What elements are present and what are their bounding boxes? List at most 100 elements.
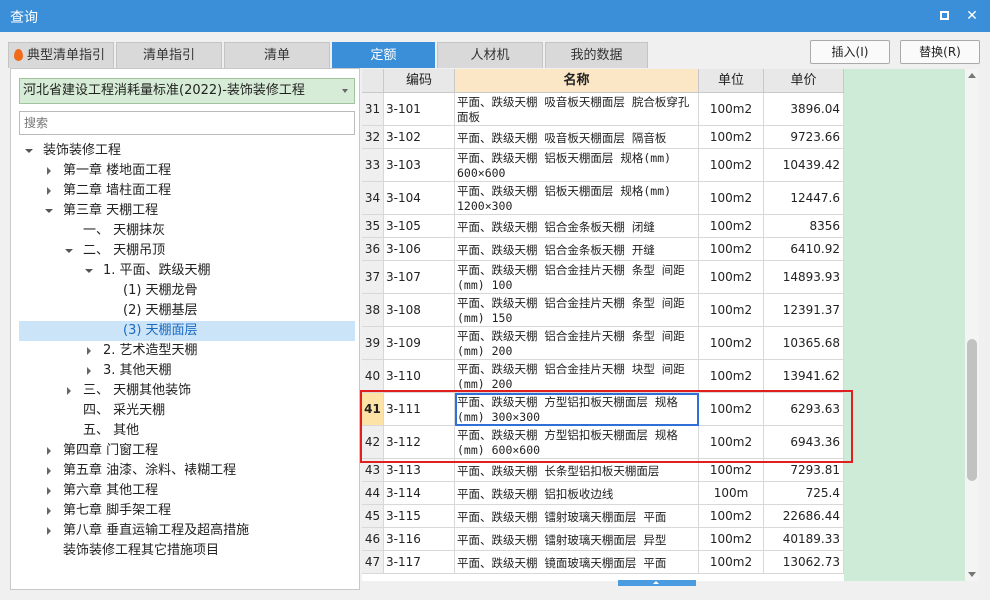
cell-name[interactable]: 平面、跌级天棚 铝合金挂片天棚 条型 间距(mm) 200 (455, 327, 699, 359)
cell-price[interactable]: 10439.42 (764, 149, 844, 181)
cell-idx[interactable]: 37 (362, 261, 384, 293)
cell-price[interactable]: 10365.68 (764, 327, 844, 359)
table-row[interactable]: 36 3-106 平面、跌级天棚 铝合金条板天棚 开缝 100m2 6410.92 (362, 238, 844, 261)
tree-node-17[interactable]: 第六章 其他工程 (39, 481, 349, 501)
table-row[interactable]: 39 3-109 平面、跌级天棚 铝合金挂片天棚 条型 间距(mm) 200 100m… (362, 327, 844, 360)
cell-price[interactable]: 7293.81 (764, 459, 844, 481)
scroll-down-icon[interactable] (968, 572, 976, 577)
cell-name[interactable]: 平面、跌级天棚 吸音板天棚面层 隔音板 (455, 126, 699, 148)
cell-idx[interactable]: 39 (362, 327, 384, 359)
table-row[interactable]: 45 3-115 平面、跌级天棚 镭射玻璃天棚面层 平面 100m2 22686.44 (362, 505, 844, 528)
cell-unit[interactable]: 100m2 (699, 149, 764, 181)
tree-node-18[interactable]: 第七章 脚手架工程 (39, 501, 349, 521)
tree-node-9-selected[interactable]: (3) 天棚面层 (19, 321, 355, 341)
cell-code[interactable]: 3-102 (384, 126, 455, 148)
cell-idx[interactable]: 43 (362, 459, 384, 481)
expand-icon[interactable] (47, 167, 51, 175)
tree-node-1[interactable]: 第一章 楼地面工程 (39, 161, 349, 181)
cell-code[interactable]: 3-111 (384, 393, 455, 425)
cell-code[interactable]: 3-113 (384, 459, 455, 481)
tree-node-16[interactable]: 第五章 油漆、涂料、裱糊工程 (39, 461, 349, 481)
cell-name[interactable]: 平面、跌级天棚 铝合金条板天棚 闭缝 (455, 215, 699, 237)
cell-name[interactable]: 平面、跌级天棚 铝合金挂片天棚 条型 间距(mm) 150 (455, 294, 699, 326)
scroll-thumb[interactable] (967, 339, 977, 481)
cell-unit[interactable]: 100m2 (699, 551, 764, 573)
tree-node-15[interactable]: 第四章 门窗工程 (39, 441, 349, 461)
cell-idx[interactable]: 45 (362, 505, 384, 527)
cell-name[interactable]: 平面、跌级天棚 铝合金条板天棚 开缝 (455, 238, 699, 260)
tree-node-4[interactable]: 一、 天棚抹灰 (59, 221, 349, 241)
cell-price[interactable]: 9723.66 (764, 126, 844, 148)
cell-price[interactable]: 13941.62 (764, 360, 844, 392)
header-name[interactable]: 名称 (455, 69, 699, 93)
cell-code[interactable]: 3-104 (384, 182, 455, 214)
cell-idx[interactable]: 32 (362, 126, 384, 148)
cell-price[interactable]: 6410.92 (764, 238, 844, 260)
expand-icon[interactable] (65, 249, 73, 253)
cell-unit[interactable]: 100m2 (699, 182, 764, 214)
cell-name[interactable]: 平面、跌级天棚 铝扣板收边线 (455, 482, 699, 504)
table-row[interactable]: 43 3-113 平面、跌级天棚 长条型铝扣板天棚面层 100m2 7293.81 (362, 459, 844, 482)
expand-icon[interactable] (47, 527, 51, 535)
cell-code[interactable]: 3-110 (384, 360, 455, 392)
cell-price[interactable]: 12391.37 (764, 294, 844, 326)
cell-unit[interactable]: 100m2 (699, 426, 764, 458)
expand-icon[interactable] (25, 149, 33, 153)
expand-icon[interactable] (45, 209, 53, 213)
cell-unit[interactable]: 100m2 (699, 327, 764, 359)
cell-unit[interactable]: 100m (699, 482, 764, 504)
expand-icon[interactable] (67, 387, 71, 395)
cell-name[interactable]: 平面、跌级天棚 长条型铝扣板天棚面层 (455, 459, 699, 481)
table-row[interactable]: 32 3-102 平面、跌级天棚 吸音板天棚面层 隔音板 100m2 9723.66 (362, 126, 844, 149)
cell-code[interactable]: 3-116 (384, 528, 455, 550)
cell-price[interactable]: 13062.73 (764, 551, 844, 573)
table-row[interactable]: 42 3-112 平面、跌级天棚 方型铝扣板天棚面层 规格(mm) 600×600 1… (362, 426, 844, 459)
cell-unit[interactable]: 100m2 (699, 294, 764, 326)
tab-labor-material-machine[interactable]: 人材机 (437, 42, 543, 68)
header-code[interactable]: 编码 (384, 69, 455, 93)
expand-icon[interactable] (47, 187, 51, 195)
cell-idx[interactable]: 31 (362, 93, 384, 125)
cell-unit[interactable]: 100m2 (699, 126, 764, 148)
cell-code[interactable]: 3-112 (384, 426, 455, 458)
cell-unit[interactable]: 100m2 (699, 360, 764, 392)
tree-node-20[interactable]: 装饰装修工程其它措施项目 (39, 541, 349, 561)
tree-node-6[interactable]: 1. 平面、跌级天棚 (79, 261, 349, 281)
cell-name[interactable]: 平面、跌级天棚 铝合金挂片天棚 条型 间距(mm) 100 (455, 261, 699, 293)
cell-unit[interactable]: 100m2 (699, 238, 764, 260)
cell-unit[interactable]: 100m2 (699, 505, 764, 527)
replace-button[interactable]: 替换(R) (900, 40, 980, 64)
cell-code[interactable]: 3-101 (384, 93, 455, 125)
cell-price[interactable]: 3896.04 (764, 93, 844, 125)
cell-idx[interactable]: 38 (362, 294, 384, 326)
expand-icon[interactable] (87, 347, 91, 355)
tree-node-13[interactable]: 四、 采光天棚 (59, 401, 349, 421)
cell-price[interactable]: 40189.33 (764, 528, 844, 550)
tree-node-2[interactable]: 第二章 墙柱面工程 (39, 181, 349, 201)
cell-code[interactable]: 3-114 (384, 482, 455, 504)
cell-code[interactable]: 3-107 (384, 261, 455, 293)
expand-icon[interactable] (47, 447, 51, 455)
cell-idx[interactable]: 44 (362, 482, 384, 504)
cell-price[interactable]: 6293.63 (764, 393, 844, 425)
tree-node-5[interactable]: 二、 天棚吊顶 (59, 241, 349, 261)
cell-price[interactable]: 22686.44 (764, 505, 844, 527)
cell-name[interactable]: 平面、跌级天棚 铝板天棚面层 规格(mm) 600×600 (455, 149, 699, 181)
insert-button[interactable]: 插入(I) (810, 40, 890, 64)
table-row[interactable]: 33 3-103 平面、跌级天棚 铝板天棚面层 规格(mm) 600×600 100m… (362, 149, 844, 182)
library-select[interactable]: 河北省建设工程消耗量标准(2022)-装饰装修工程 (19, 78, 355, 104)
expand-icon[interactable] (47, 487, 51, 495)
cell-name[interactable]: 平面、跌级天棚 镭射玻璃天棚面层 平面 (455, 505, 699, 527)
cell-name[interactable]: 平面、跌级天棚 镭射玻璃天棚面层 异型 (455, 528, 699, 550)
expand-icon[interactable] (47, 507, 51, 515)
cell-code[interactable]: 3-117 (384, 551, 455, 573)
cell-idx[interactable]: 46 (362, 528, 384, 550)
cell-idx[interactable]: 42 (362, 426, 384, 458)
cell-idx[interactable]: 34 (362, 182, 384, 214)
cell-idx[interactable]: 36 (362, 238, 384, 260)
table-row[interactable]: 44 3-114 平面、跌级天棚 铝扣板收边线 100m 725.4 (362, 482, 844, 505)
tree-node-7[interactable]: (1) 天棚龙骨 (99, 281, 349, 301)
tree-node-12[interactable]: 三、 天棚其他装饰 (59, 381, 349, 401)
scroll-up-icon[interactable] (968, 73, 976, 78)
tree-node-11[interactable]: 3. 其他天棚 (79, 361, 349, 381)
